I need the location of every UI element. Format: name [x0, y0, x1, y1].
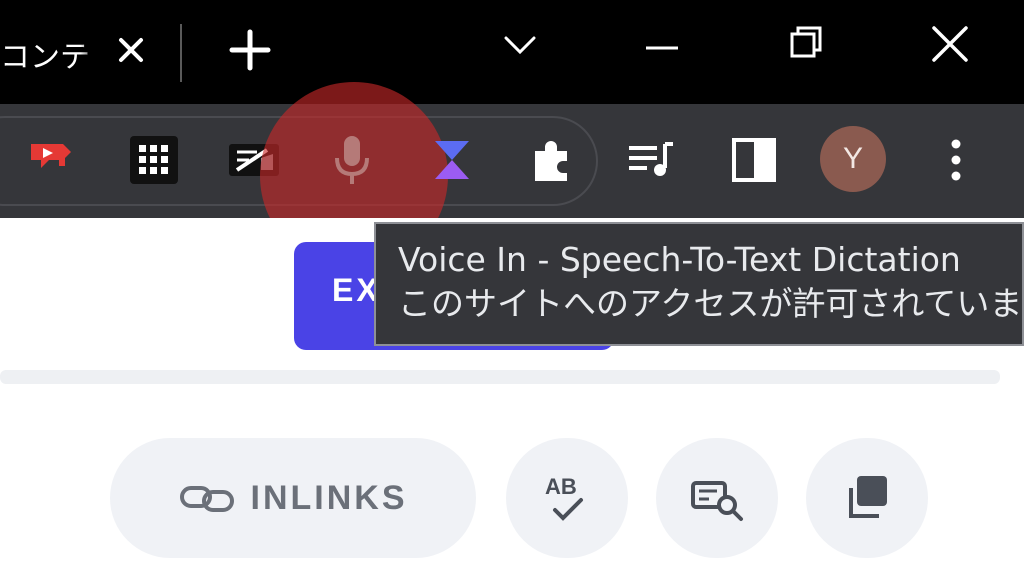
- profile-avatar[interactable]: Y: [820, 126, 886, 192]
- tab-title[interactable]: コンテ: [0, 32, 98, 76]
- minimize-button[interactable]: [642, 28, 682, 68]
- tab-search-button[interactable]: [500, 26, 540, 66]
- chevron-down-icon: [504, 36, 536, 55]
- youtube-extension-button[interactable]: [20, 128, 80, 192]
- close-icon: [119, 38, 143, 62]
- media-control-button[interactable]: [622, 128, 682, 192]
- hourglass-icon: [435, 141, 469, 179]
- youtube-red-icon: [31, 144, 71, 168]
- tooltip-line-1: Voice In - Speech-To-Text Dictation: [398, 240, 961, 279]
- browser-menu-button[interactable]: [926, 128, 986, 192]
- grid-extension-button[interactable]: [124, 128, 184, 192]
- copy-icon: [849, 476, 887, 518]
- restore-button[interactable]: [786, 22, 826, 62]
- microphone-icon: [335, 136, 369, 184]
- inspect-button[interactable]: [656, 438, 778, 558]
- extensions-button[interactable]: [522, 128, 582, 192]
- voice-in-extension-button[interactable]: [322, 128, 382, 192]
- tab-separator: [180, 24, 182, 82]
- ab-text: AB: [545, 474, 577, 499]
- side-panel-button[interactable]: [724, 128, 784, 192]
- extension-tooltip: Voice In - Speech-To-Text Dictation このサイ…: [374, 222, 1024, 346]
- tab-close-button[interactable]: [116, 30, 146, 70]
- more-vertical-icon: [951, 139, 961, 181]
- plus-icon: [229, 29, 271, 71]
- window-close-button[interactable]: [928, 22, 972, 66]
- spellcheck-icon: AB: [545, 474, 583, 521]
- copy-button[interactable]: [806, 438, 928, 558]
- search-document-icon: [691, 481, 743, 521]
- grid-apps-icon: [130, 136, 178, 184]
- inlinks-button[interactable]: INLINKS: [110, 438, 476, 558]
- close-icon: [932, 26, 968, 62]
- content-divider: [0, 370, 1000, 384]
- restore-icon: [790, 26, 822, 58]
- puzzle-icon: [535, 141, 567, 181]
- inlinks-label: INLINKS: [250, 478, 408, 517]
- minimize-icon: [646, 46, 678, 50]
- new-tab-button[interactable]: [228, 28, 272, 72]
- link-icon: [179, 486, 234, 512]
- hourglass-extension-button[interactable]: [422, 128, 482, 192]
- screen: コンテ Y EX INLINKS AB Voice In - Speech-To…: [0, 0, 1024, 576]
- spellcheck-button[interactable]: AB: [506, 438, 628, 558]
- playlist-music-icon: [629, 142, 673, 176]
- tooltip-line-2: このサイトへのアクセスが許可されています: [398, 284, 1024, 323]
- side-panel-icon: [732, 138, 776, 182]
